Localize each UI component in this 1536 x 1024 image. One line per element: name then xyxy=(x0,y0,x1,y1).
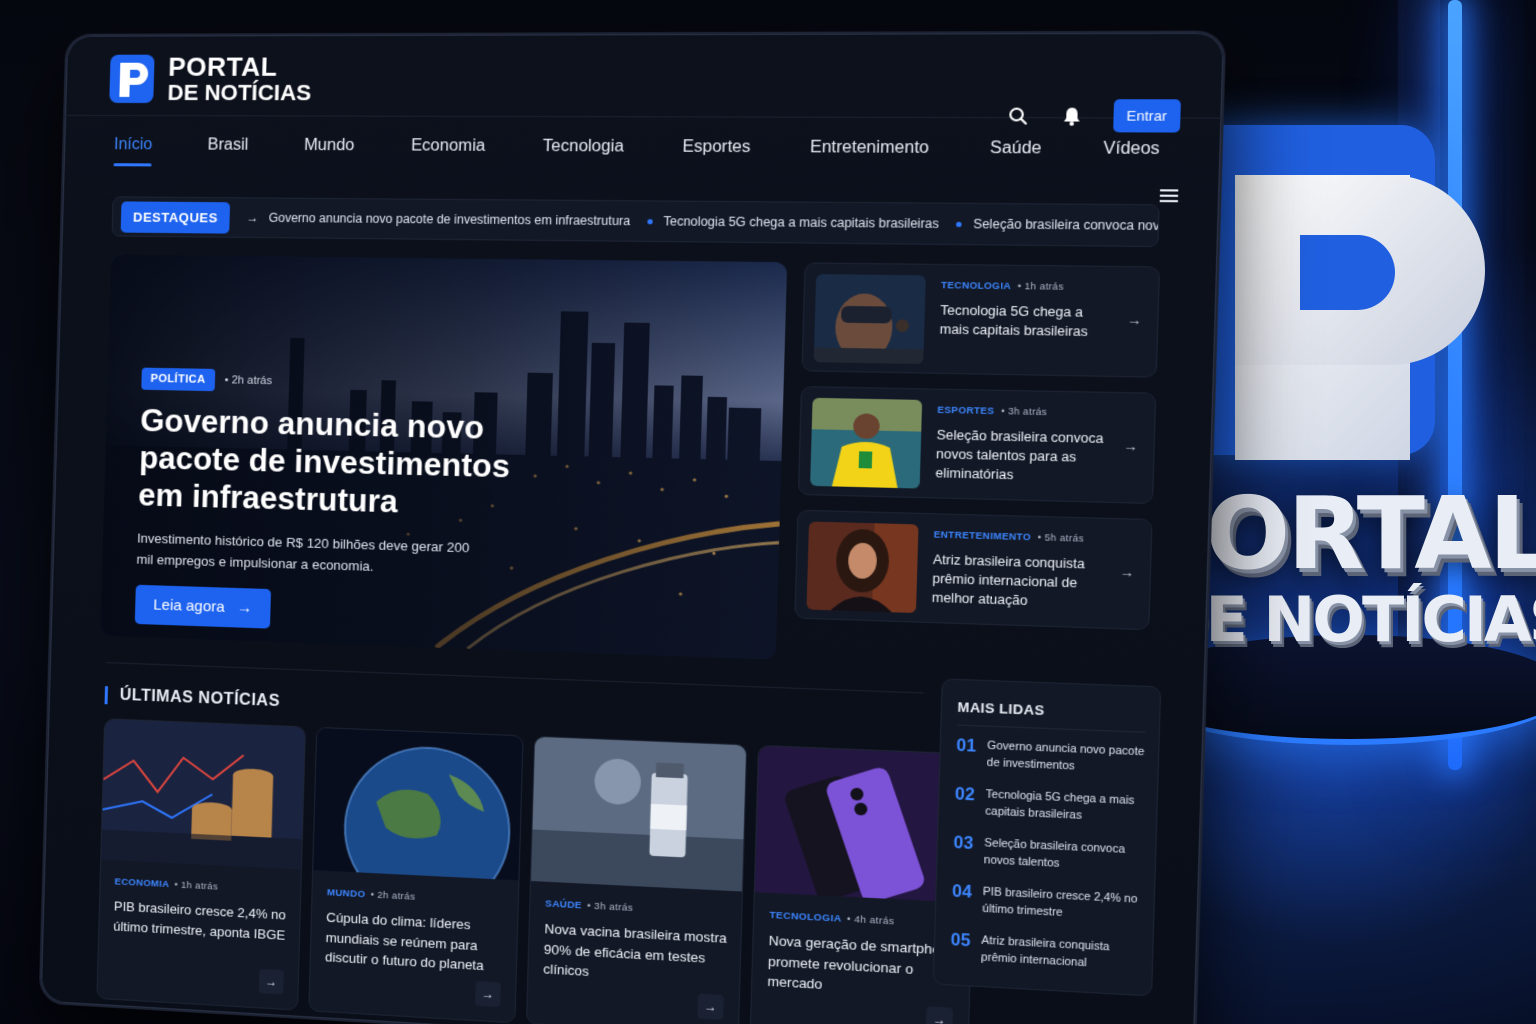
section-divider xyxy=(105,662,924,694)
highlights-ticker: DESTAQUES → Governo anuncia novo pacote … xyxy=(111,196,1160,248)
rank-number: 02 xyxy=(954,785,975,805)
nav-item-entretenimento[interactable]: Entretenimento xyxy=(810,139,929,158)
scene: PORTAL DE NOTÍCIAS PORTAL DE NOTÍCIAS En… xyxy=(0,0,1536,1024)
news-card-title: Nova vacina brasileira mostra 90% de efi… xyxy=(543,920,728,980)
ticker-item[interactable]: Seleção brasileira convoca novos talento… xyxy=(956,216,1160,234)
latest-news-heading: ÚLTIMAS NOTÍCIAS xyxy=(104,686,280,712)
news-card[interactable]: MUNDO • 2h atrás Cúpula do clima: líderes… xyxy=(308,726,524,1024)
hero-headline[interactable]: Governo anuncia novo pacote de investime… xyxy=(138,402,531,525)
bell-icon[interactable] xyxy=(1059,104,1084,127)
nav-item-economia[interactable]: Economia xyxy=(411,137,486,156)
news-card[interactable]: SAÚDE • 3h atrás Nova vacina brasileira m… xyxy=(525,735,748,1024)
header-actions: Entrar xyxy=(1005,99,1181,133)
ticker-item[interactable]: Tecnologia 5G chega a mais capitais bras… xyxy=(647,214,939,231)
soccer-player-photo xyxy=(810,397,923,489)
arrow-right-icon[interactable]: → xyxy=(925,1006,954,1024)
login-button[interactable]: Entrar xyxy=(1112,99,1181,133)
brand-3d-word-2: DE NOTÍCIAS xyxy=(1157,583,1536,656)
most-read-title: Atriz brasileira conquista prêmio intern… xyxy=(980,934,1110,970)
side-story-title: Tecnologia 5G chega a mais capitais bras… xyxy=(939,303,1088,340)
most-read-heading: MAIS LIDAS xyxy=(957,699,1045,719)
news-card-meta: SAÚDE • 3h atrás xyxy=(544,898,634,915)
rank-number: 01 xyxy=(956,737,977,756)
nav-item-saude[interactable]: Saúde xyxy=(990,139,1042,158)
news-portal-screen: PORTAL DE NOTÍCIAS Entrar Início Brasil … xyxy=(38,30,1227,1024)
most-read-title: Seleção brasileira convoca novos talento… xyxy=(983,836,1126,870)
main-nav: Início Brasil Mundo Economia Tecnologia … xyxy=(114,136,1223,159)
most-read-panel: MAIS LIDAS 01 Governo anuncia novo pacot… xyxy=(932,678,1162,997)
logo-icon xyxy=(109,54,156,104)
most-read-title: PIB brasileiro cresce 2,4% no último tri… xyxy=(982,885,1138,919)
side-story-card[interactable]: TECNOLOGIA • 1h atrás Tecnologia 5G chega… xyxy=(801,262,1161,378)
hero-category-badge[interactable]: POLÍTICA xyxy=(141,367,215,392)
read-now-label: Leia agora xyxy=(153,596,225,616)
news-card-meta: TECNOLOGIA • 4h atrás xyxy=(769,909,895,928)
hamburger-menu-icon[interactable] xyxy=(1159,189,1179,203)
read-now-button[interactable]: Leia agora → xyxy=(134,584,271,629)
nav-item-videos[interactable]: Vídeos xyxy=(1103,140,1160,159)
side-story-card[interactable]: ENTRETENIMENTO • 5h atrás Atriz brasileir… xyxy=(794,509,1153,631)
ticker-badge: DESTAQUES xyxy=(120,200,231,234)
rank-number: 05 xyxy=(950,931,971,951)
ticker-item[interactable]: → Governo anuncia novo pacote de investi… xyxy=(246,211,630,229)
bullet-dot-icon xyxy=(956,221,963,227)
most-read-item[interactable]: 04 PIB brasileiro cresce 2,4% no último … xyxy=(951,883,1145,926)
vaccine-vial-photo xyxy=(531,736,747,892)
rank-number: 03 xyxy=(953,834,974,854)
most-read-title: Governo anuncia novo pacote de investime… xyxy=(986,739,1145,773)
arrow-right-icon[interactable]: → xyxy=(697,993,724,1020)
side-story-meta: TECNOLOGIA • 1h atrás xyxy=(940,279,1064,292)
actress-photo xyxy=(806,521,919,614)
search-icon[interactable] xyxy=(1005,104,1030,127)
nav-item-inicio[interactable]: Início xyxy=(114,136,153,154)
most-read-title: Tecnologia 5G chega a mais capitais bras… xyxy=(985,788,1135,822)
arrow-right-icon: → xyxy=(236,599,253,617)
side-story-meta: ENTRETENIMENTO • 5h atrás xyxy=(933,529,1085,544)
arrow-right-icon[interactable]: → xyxy=(475,980,501,1008)
coins-chart-photo xyxy=(101,719,305,870)
bullet-dot-icon xyxy=(647,218,653,224)
most-read-item[interactable]: 01 Governo anuncia novo pacote de invest… xyxy=(956,737,1150,778)
most-read-item[interactable]: 02 Tecnologia 5G chega a mais capitais b… xyxy=(954,786,1148,828)
arrow-right-icon[interactable]: → xyxy=(1123,438,1138,454)
news-card-meta: ECONOMIA • 1h atrás xyxy=(114,876,219,893)
side-story-title: Seleção brasileira convoca novos talento… xyxy=(935,427,1104,483)
side-story-card[interactable]: ESPORTES • 3h atrás Seleção brasileira co… xyxy=(797,386,1157,505)
news-card-meta: MUNDO • 2h atrás xyxy=(326,887,416,903)
logo-line-2: DE NOTÍCIAS xyxy=(167,79,312,106)
side-story-meta: ESPORTES • 3h atrás xyxy=(937,404,1048,418)
rank-number: 04 xyxy=(951,882,973,902)
arrow-right-icon: → xyxy=(246,210,259,225)
nav-item-mundo[interactable]: Mundo xyxy=(304,137,355,156)
most-read-item[interactable]: 05 Atriz brasileira conquista prêmio int… xyxy=(950,932,1144,976)
ticker-item-text: Tecnologia 5G chega a mais capitais bras… xyxy=(663,214,940,232)
nav-item-brasil[interactable]: Brasil xyxy=(207,136,248,154)
earth-photo xyxy=(313,727,523,880)
news-card-title: PIB brasileiro cresce 2,4% no último tri… xyxy=(113,898,287,943)
nav-item-esportes[interactable]: Esportes xyxy=(682,138,750,157)
ticker-item-text: Governo anuncia novo pacote de investime… xyxy=(268,210,631,229)
nav-item-tecnologia[interactable]: Tecnologia xyxy=(543,138,624,157)
hero-story[interactable]: POLÍTICA • 2h atrás Governo anuncia novo… xyxy=(100,254,788,660)
logo-line-1: PORTAL xyxy=(167,51,278,82)
hero-meta: POLÍTICA • 2h atrás xyxy=(141,367,273,393)
ticker-item-text: Seleção brasileira convoca novos talento… xyxy=(972,216,1160,234)
most-read-item[interactable]: 03 Seleção brasileira convoca novos tale… xyxy=(953,834,1147,876)
arrow-right-icon[interactable]: → xyxy=(258,968,284,995)
hero-time: • 2h atrás xyxy=(224,374,273,388)
arrow-right-icon[interactable]: → xyxy=(1119,564,1134,580)
side-story-title: Atriz brasileira conquista prêmio intern… xyxy=(931,552,1085,609)
news-card[interactable]: ECONOMIA • 1h atrás PIB brasileiro cresce… xyxy=(96,718,306,1011)
vr-headset-photo xyxy=(813,274,926,365)
arrow-right-icon[interactable]: → xyxy=(1127,312,1142,328)
site-logo[interactable]: PORTAL DE NOTÍCIAS xyxy=(109,51,312,106)
news-card-title: Cúpula do clima: líderes mundiais se reú… xyxy=(324,909,484,974)
